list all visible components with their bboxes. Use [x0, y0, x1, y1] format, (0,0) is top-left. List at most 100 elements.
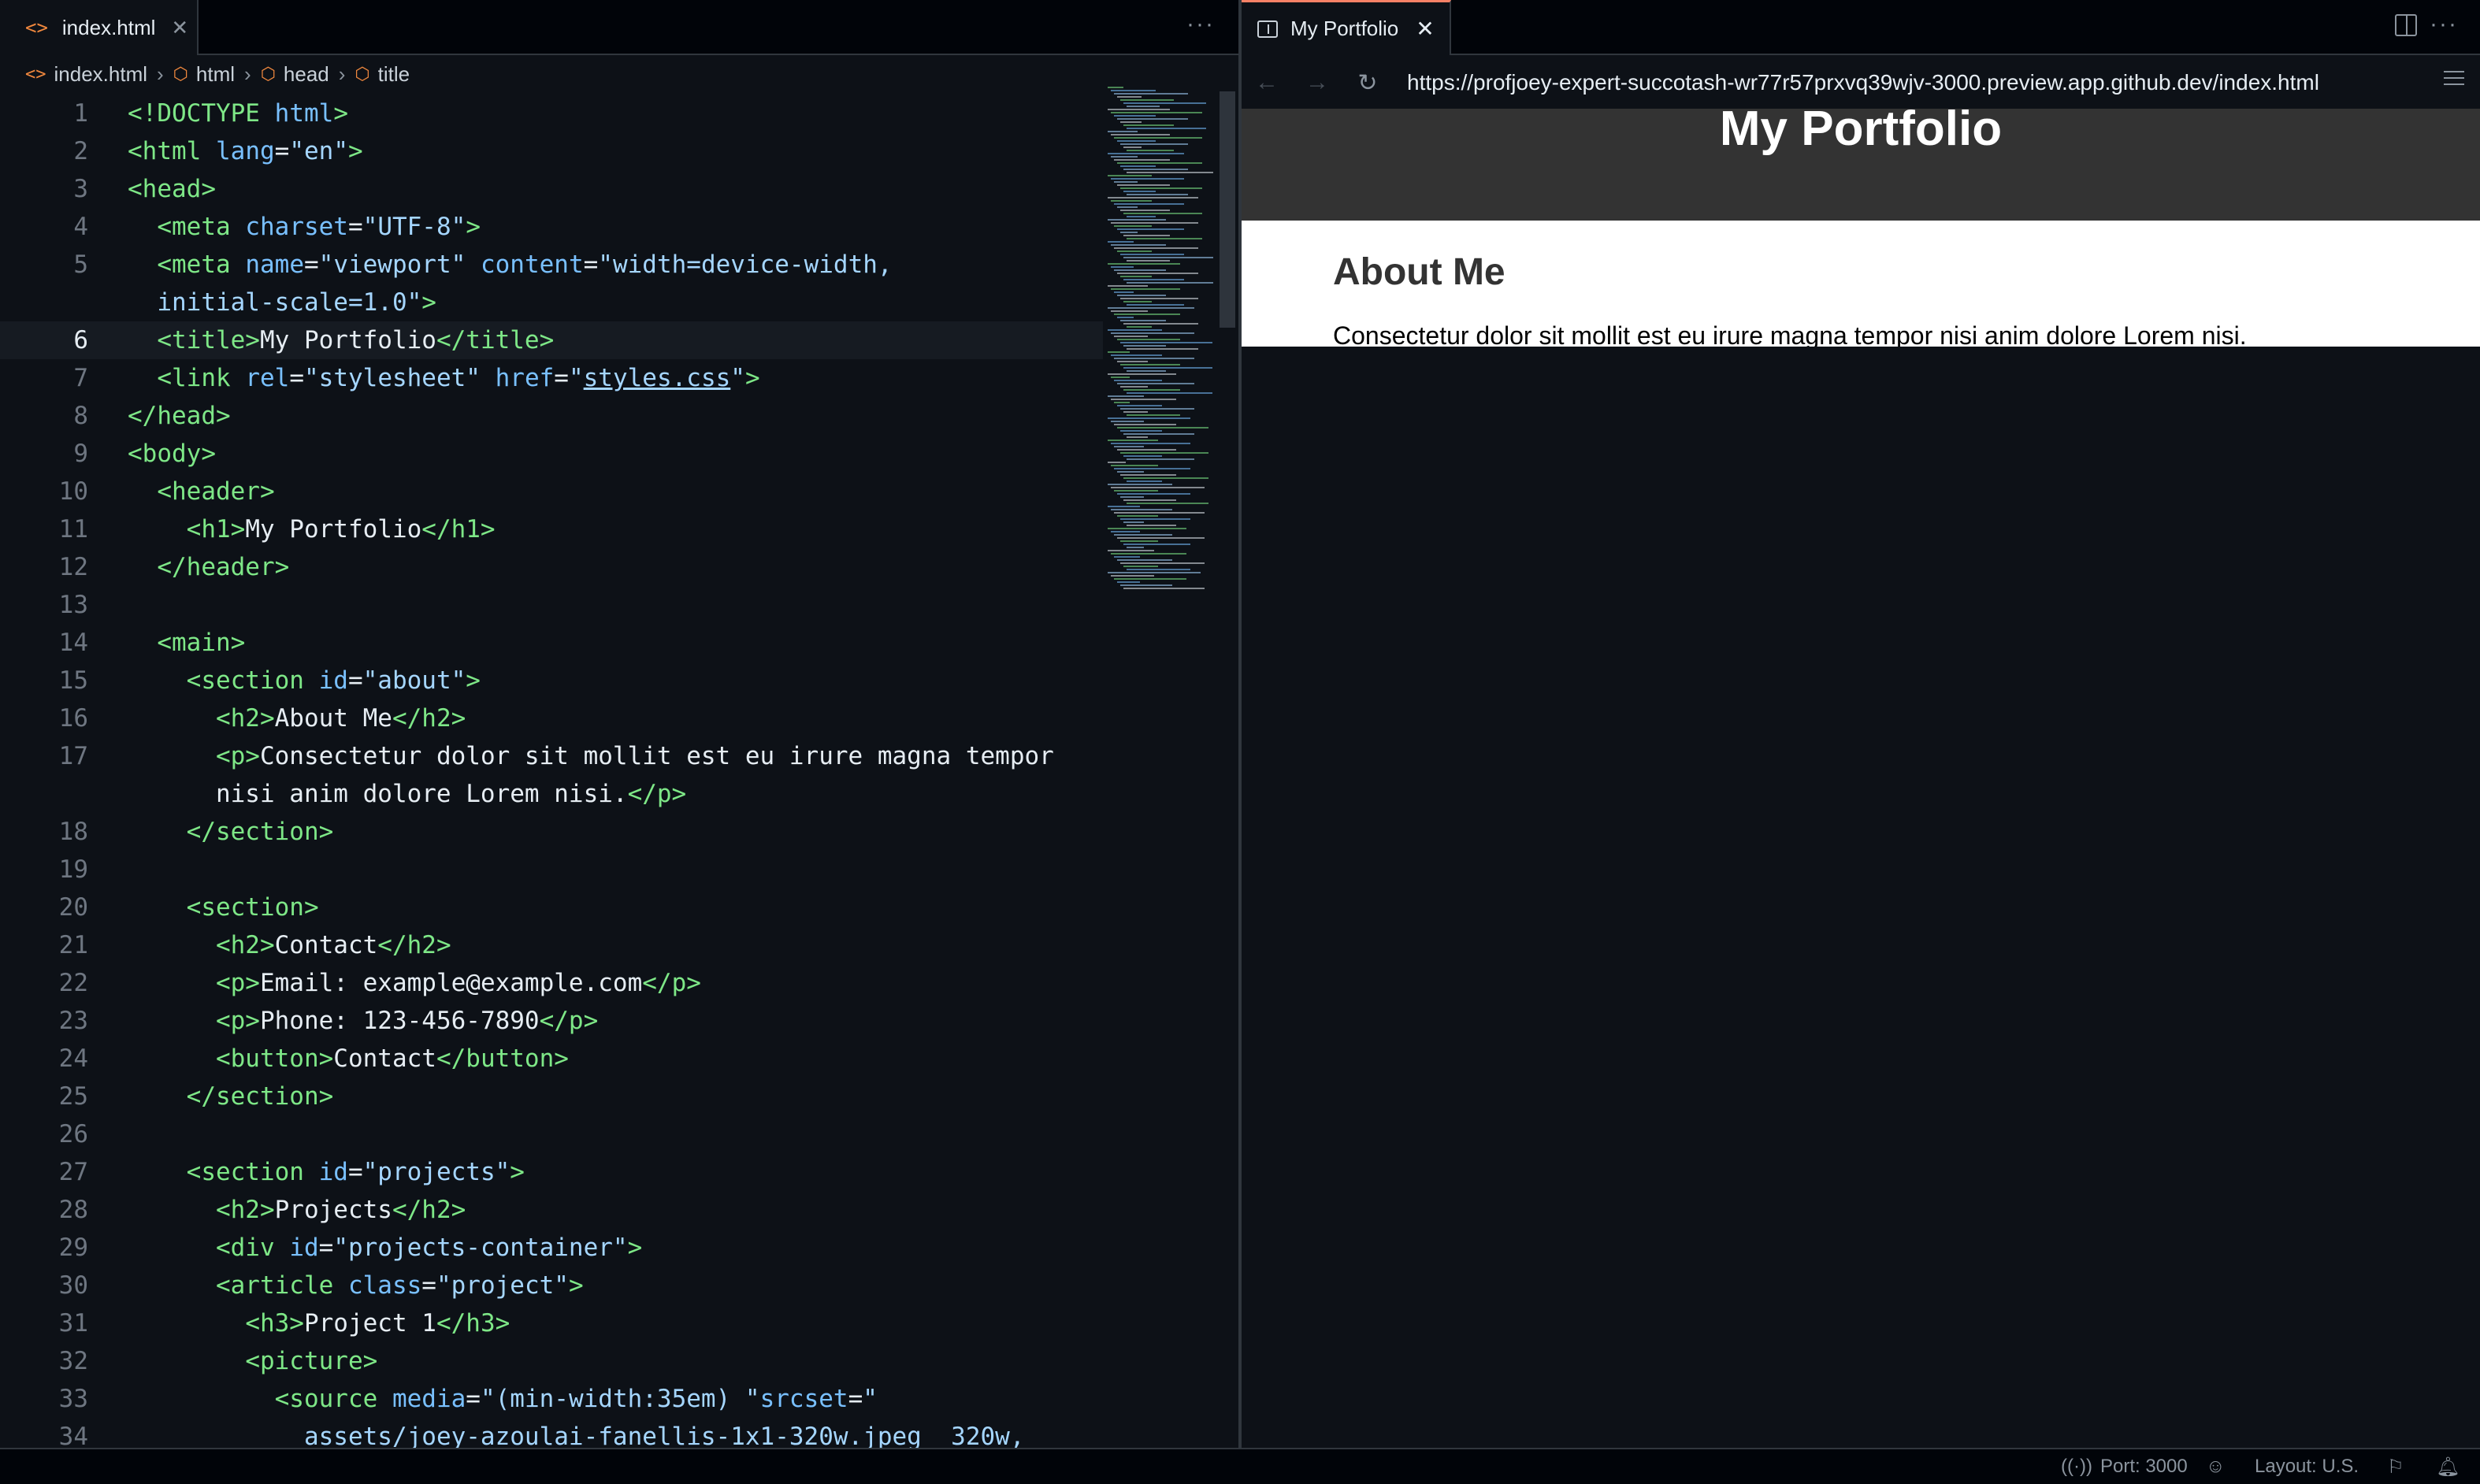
reload-icon[interactable]: ↻: [1342, 69, 1393, 97]
port-status[interactable]: ((·)) Port: 3000: [2061, 1456, 2188, 1478]
close-icon[interactable]: ✕: [171, 16, 188, 40]
code-text: </section>: [186, 818, 334, 846]
code-line[interactable]: 29 <div id="projects-container">: [0, 1229, 1103, 1267]
editor-scrollbar[interactable]: [1220, 91, 1235, 328]
minimap-line: [1108, 506, 1140, 507]
code-line[interactable]: 16 <h2>About Me</h2>: [0, 699, 1103, 737]
more-actions-icon[interactable]: ···: [2430, 11, 2458, 38]
line-number: 5: [73, 250, 88, 279]
code-line[interactable]: 34 assets/joey-azoulai-fanellis-1x1-320w…: [0, 1418, 1103, 1448]
more-actions-icon[interactable]: ···: [1186, 11, 1215, 38]
breadcrumb-item[interactable]: head: [284, 62, 329, 87]
breadcrumb-item[interactable]: html: [196, 62, 235, 87]
forward-arrow-icon[interactable]: →: [1292, 69, 1342, 96]
code-line[interactable]: 11 <h1>My Portfolio</h1>: [0, 510, 1103, 548]
minimap-line: [1108, 329, 1162, 331]
browser-tab-my-portfolio[interactable]: My Portfolio ✕: [1242, 0, 1451, 55]
code-line[interactable]: 24 <button>Contact</button>: [0, 1040, 1103, 1078]
simple-browser-pane: My Portfolio ✕ ··· ← → ↻ My Portfolio Ab…: [1242, 0, 2480, 1448]
minimap-line: [1111, 244, 1166, 246]
breadcrumb-item[interactable]: index.html: [54, 62, 148, 87]
minimap[interactable]: [1106, 87, 1220, 607]
code-line[interactable]: 31 <h3>Project 1</h3>: [0, 1304, 1103, 1342]
code-line[interactable]: 6 <title>My Portfolio</title>: [0, 321, 1103, 359]
code-line[interactable]: 30 <article class="project">: [0, 1267, 1103, 1304]
code-line[interactable]: 10 <header>: [0, 473, 1103, 510]
code-line[interactable]: 26: [0, 1115, 1103, 1153]
minimap-line: [1123, 213, 1202, 214]
copilot-icon[interactable]: ☺: [2206, 1456, 2226, 1478]
minimap-line: [1123, 279, 1184, 280]
code-line[interactable]: 14 <main>: [0, 624, 1103, 662]
code-line[interactable]: 5 <meta name="viewport" content="width=d…: [0, 246, 1103, 284]
element-icon: ⬡: [355, 64, 370, 83]
code-line[interactable]: initial-scale=1.0">: [0, 284, 1103, 321]
breadcrumb-item[interactable]: title: [378, 62, 410, 87]
code-line[interactable]: 22 <p>Email: example@example.com</p>: [0, 964, 1103, 1002]
page-viewport[interactable]: My Portfolio About Me Consectetur dolor …: [1242, 109, 2480, 347]
bell-icon[interactable]: 🔔︎: [2436, 1456, 2460, 1478]
minimap-line: [1108, 263, 1180, 265]
back-arrow-icon[interactable]: ←: [1242, 69, 1292, 96]
line-number: 15: [58, 666, 88, 695]
code-line[interactable]: 28 <h2>Projects</h2>: [0, 1191, 1103, 1229]
code-line[interactable]: 32 <picture>: [0, 1342, 1103, 1380]
minimap-line: [1117, 250, 1152, 252]
minimap-line: [1108, 417, 1190, 419]
minimap-line: [1120, 364, 1180, 365]
minimap-line: [1114, 291, 1134, 293]
code-line[interactable]: 21 <h2>Contact</h2>: [0, 926, 1103, 964]
minimap-line: [1111, 354, 1162, 356]
minimap-line: [1111, 399, 1176, 400]
code-line[interactable]: 25 </section>: [0, 1078, 1103, 1115]
minimap-line: [1123, 147, 1142, 148]
code-line[interactable]: 33 <source media="(min-width:35em) "srcs…: [0, 1380, 1103, 1418]
code-line[interactable]: 27 <section id="projects">: [0, 1153, 1103, 1191]
code-line[interactable]: 9 <body>: [0, 435, 1103, 473]
line-number: 34: [58, 1423, 88, 1448]
code-line[interactable]: 20 <section>: [0, 889, 1103, 926]
code-line[interactable]: 23 <p>Phone: 123-456-7890</p>: [0, 1002, 1103, 1040]
minimap-line: [1114, 93, 1188, 95]
split-editor-icon[interactable]: [2395, 14, 2417, 36]
menu-icon[interactable]: [2444, 71, 2464, 91]
minimap-line: [1123, 323, 1198, 325]
url-input[interactable]: [1407, 70, 2415, 95]
minimap-line: [1108, 462, 1126, 463]
code-line[interactable]: 17 <p>Consectetur dolor sit mollit est e…: [0, 737, 1103, 775]
feedback-icon[interactable]: ⚐: [2387, 1456, 2404, 1478]
editor-tab-index-html[interactable]: <> index.html ✕: [0, 0, 199, 55]
minimap-line: [1127, 503, 1208, 504]
close-icon[interactable]: ✕: [1416, 16, 1434, 42]
code-text: <div id="projects-container">: [215, 1234, 643, 1262]
about-paragraph: Consectetur dolor sit mollit est eu irur…: [1333, 321, 2247, 347]
minimap-line: [1117, 471, 1144, 473]
line-number: 9: [73, 440, 88, 468]
minimap-line: [1117, 295, 1166, 296]
code-line[interactable]: 2 <html lang="en">: [0, 132, 1103, 170]
code-line[interactable]: 8 </head>: [0, 397, 1103, 435]
code-line[interactable]: 15 <section id="about">: [0, 662, 1103, 699]
minimap-line: [1123, 345, 1166, 347]
code-line[interactable]: 4 <meta charset="UTF-8">: [0, 208, 1103, 246]
minimap-line: [1117, 96, 1142, 98]
minimap-line: [1123, 301, 1152, 302]
code-line[interactable]: 13: [0, 586, 1103, 624]
minimap-line: [1117, 361, 1148, 362]
line-number: 29: [58, 1234, 88, 1262]
line-number: 14: [58, 629, 88, 657]
code-line[interactable]: nisi anim dolore Lorem nisi.</p>: [0, 775, 1103, 813]
minimap-line: [1108, 285, 1148, 287]
code-line[interactable]: 12 </header>: [0, 548, 1103, 586]
code-line[interactable]: 19: [0, 851, 1103, 889]
code-text: <picture>: [245, 1347, 378, 1375]
code-line[interactable]: 3 <head>: [0, 170, 1103, 208]
minimap-line: [1111, 421, 1144, 422]
code-line[interactable]: 1 <!DOCTYPE html>: [0, 95, 1103, 132]
code-editor[interactable]: 1 <!DOCTYPE html> 2 <html lang="en"> 3 <head>…: [0, 91, 1103, 1448]
keyboard-layout-status[interactable]: Layout: U.S.: [2255, 1456, 2359, 1478]
code-line[interactable]: 18 </section>: [0, 813, 1103, 851]
code-line[interactable]: 7 <link rel="stylesheet" href="styles.cs…: [0, 359, 1103, 397]
editor-tab-label: index.html: [61, 15, 156, 39]
line-number: 7: [73, 364, 88, 392]
